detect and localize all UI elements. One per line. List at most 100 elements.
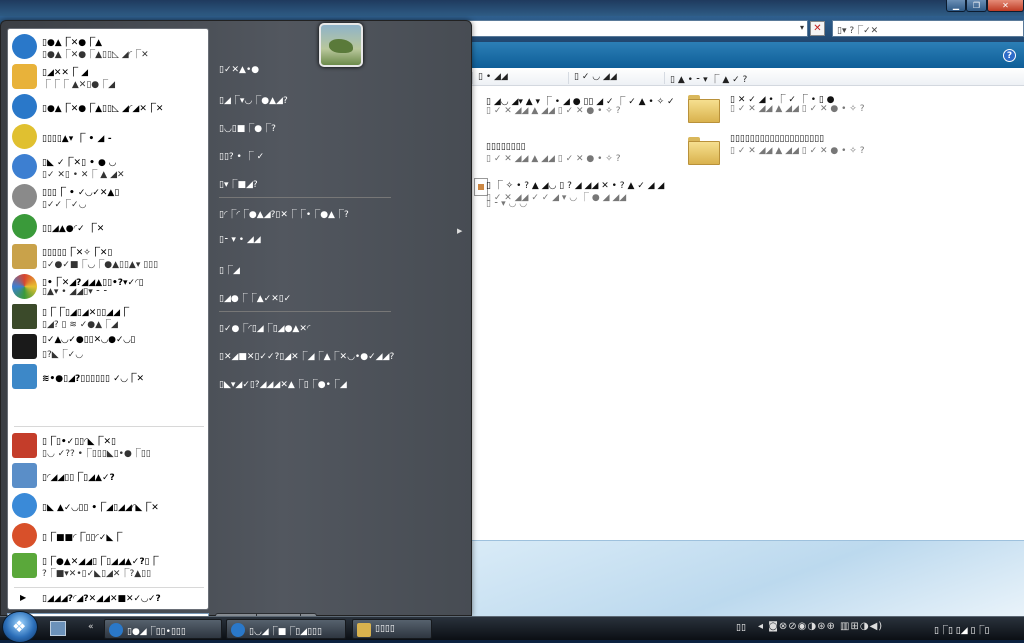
tools-icon xyxy=(12,244,37,269)
recent-item[interactable]: ▯◣ ▲✓◡▯▯ •⎾◢▯◢◢◜◣⎾✕ xyxy=(10,491,206,520)
file-extra: ▯ ⁃ ▾ ◡ ◡ xyxy=(486,199,528,209)
chevron-right-icon: ▶ xyxy=(457,227,463,235)
minimize-button[interactable]: ▁ xyxy=(946,0,966,12)
pinned-item[interactable]: ▯◢✕✕⎾ ◢ ⎾⎾⎾ ▲✕▯●⎾◢ xyxy=(10,62,206,91)
taskbar: « ▯●◢⎾▯▯•▯▯▯ ▯◡◢⎾■⎾▯◢▯▯▯ ▯▯▯▯ ▯▯ ◂ ◙⊗⊘◉◑… xyxy=(0,611,1024,643)
recent-item[interactable]: ▯●▲⎾✕●⎾▲▯▯◺ ◢◜◢✕⎾✕ xyxy=(10,92,206,121)
program-title: ▯✓▲◡✓●▯▯✕◡●✓◡▯ xyxy=(42,335,136,345)
right-link-help-support[interactable]: ▯◣▾◢✓▯?◢◢◢✕▲⎾▯⎾●•⎾◢ xyxy=(219,377,347,390)
column-headers: ▯ • ◢◢ ▯ ✓ ◡ ◢◢ ▯ ▲ • ⁃ ▾ ⎾ ▲ ✓ ? xyxy=(472,70,1024,86)
file-item[interactable]: ▯▯▯▯▯▯▯▯ ▯ ✓ ✕ ◢◢ ▲ ◢◢ ▯ ✓ ✕ ● • ✧ ? xyxy=(484,140,684,172)
program-title: ▯⎾■■◜⎾▯▯◜✓◣⎾ xyxy=(42,533,123,543)
column-header-type[interactable]: ▯ ▲ • ⁃ ▾ ⎾ ▲ ✓ ? xyxy=(664,72,747,85)
taskbar-button-label: ▯●◢⎾▯▯•▯▯▯ xyxy=(127,627,186,637)
installer-icon xyxy=(12,553,37,578)
recent-item[interactable]: ▯•⎾✕◢?◢◢▲▯▯•?▾✓◜▯ ▯▲▾ • ◢◢▯▾ ⁃ ⁃ xyxy=(10,272,206,301)
show-desktop-icon[interactable] xyxy=(50,621,66,636)
mw-game-icon xyxy=(12,304,37,329)
right-link-music[interactable]: ▯▯? • ⎾ ✓ xyxy=(219,149,264,162)
details-pane xyxy=(472,540,1024,616)
recent-item[interactable]: ▯⎾●▲✕◢◢▯⎾▯◢◢▲✓?▯⎾ ?⎾■▾✕•▯✓◣▯◢✕⎾?▲▯▯ xyxy=(10,551,206,580)
chevron-right-icon: ▶ xyxy=(20,593,27,602)
folder-icon xyxy=(688,132,720,165)
search-input[interactable]: ▯▾ ?⎾✓✕ xyxy=(832,20,1024,37)
recent-item[interactable]: ▯▯▯▯▲▾ ⎾ • ◢ ⁃ xyxy=(10,122,206,151)
recent-item[interactable]: ▯⎾■■◜⎾▯▯◜✓◣⎾ xyxy=(10,521,206,550)
user-picture[interactable] xyxy=(319,23,363,67)
right-link-pictures[interactable]: ▯◡▯■⎾●⎾? xyxy=(219,121,276,134)
taskbar-button[interactable]: ▯▯▯▯ xyxy=(352,619,432,639)
start-button[interactable] xyxy=(2,611,38,643)
file-item[interactable]: ▯ ⎾ ✧ • ? ▲ ◢◡ ▯ ? ◢ ◢◢ ✕ • ? ▲ ✓ ◢ ◢ ▯ … xyxy=(474,176,684,210)
media-player-icon xyxy=(12,493,37,518)
mail-envelope-icon xyxy=(12,64,37,89)
folder-icon xyxy=(688,90,720,123)
address-input[interactable]: ▾ xyxy=(460,20,808,37)
internet-explorer-icon xyxy=(12,34,37,59)
recent-item[interactable]: ▯▯▯⎾ • ✓◡✓✕▲▯ ▯✓✓⎾✓◡ xyxy=(10,182,206,211)
recent-item[interactable]: ▯▯▯▯▯⎾✕✧⎾✕▯ ▯✓●✓■⎾◡⎾●▲▯▯▲▾ ▯▯▯ xyxy=(10,242,206,271)
right-link-network[interactable]: ▯⎾◢ xyxy=(219,263,240,276)
start-menu: ▯●▲⎾✕●⎾▲ ▯●▲⎾✕●⎾▲▯▯◺ ◢◜⎾✕ ▯◢✕✕⎾ ◢ ⎾⎾⎾ ▲✕… xyxy=(0,20,472,631)
all-programs-button[interactable]: ▶ ▯◢◢◢?◜◢?✕◢◢✕■✕✓◡✓? xyxy=(14,591,204,607)
program-subtitle: ▯◢? ▯ ≋ ✓●▲⎾◢ xyxy=(42,320,118,330)
title-bar: ▁ ❐ ✕ xyxy=(0,0,1024,16)
program-title: ▯▯◢▲●◜✓ ⎾✕ xyxy=(42,224,105,234)
file-details: ▯ ✓ ✕ ◢◢ ▲ ◢◢ ▯ ✓ ✕ ● • ✧ ? xyxy=(486,154,621,164)
program-subtitle: ?⎾■▾✕•▯✓◣▯◢✕⎾?▲▯▯ xyxy=(42,569,152,579)
right-link-games[interactable]: ▯▾⎾■◢? xyxy=(219,177,258,190)
right-link-recent-items[interactable]: ▯◜⎾◜⎾●▲◢?▯✕⎾⎾•⎾●▲⎾? xyxy=(219,207,349,220)
language-indicator[interactable]: ▯▯ xyxy=(736,623,746,633)
maximize-button[interactable]: ❐ xyxy=(966,0,987,12)
recent-item[interactable]: ▯◜◢◢▯▯⎾▯◢▲✓? xyxy=(10,461,206,490)
column-header-date[interactable]: ▯ ✓ ◡ ◢◢ xyxy=(568,72,617,84)
chevron-down-icon[interactable]: ▾ xyxy=(800,23,804,32)
right-link-default-programs[interactable]: ▯✕◢■✕▯✓✓?▯◢✕⎾◢⎾▲⎾✕◡•●✓◢◢? xyxy=(219,349,394,362)
color-palette-icon xyxy=(12,274,37,299)
file-item[interactable]: ▯ ◢◡ ◢▾ ▲ ▾ ⎾ • ◢ ● ▯▯ ◢ ✓ ⎾ ✓ ▲ • ✧ ✓ ▯… xyxy=(484,92,684,124)
taskbar-button[interactable]: ▯◡◢⎾■⎾▯◢▯▯▯ xyxy=(226,619,346,639)
file-item[interactable]: ▯ ✕ ✓ ◢ • ⎾ ✓ ⎾ • ▯ ● ▯ ✓ ✕ ◢◢ ▲ ◢◢ ▯ ✓ … xyxy=(688,90,908,126)
recent-item[interactable]: ▯⎾⎾▯◢▯◢✕▯▯◢◢⎾ ▯◢? ▯ ≋ ✓●▲⎾◢ xyxy=(10,302,206,331)
recent-item[interactable]: ▯▯◢▲●◜✓ ⎾✕ xyxy=(10,212,206,241)
file-name: ▯▯▯▯▯▯▯▯ xyxy=(486,142,526,152)
counter-321-icon xyxy=(12,433,37,458)
pinned-item[interactable]: ▯●▲⎾✕●⎾▲ ▯●▲⎾✕●⎾▲▯▯◺ ◢◜⎾✕ xyxy=(10,32,206,61)
divider xyxy=(219,197,391,198)
all-programs-label: ▯◢◢◢?◜◢?✕◢◢✕■✕✓◡✓? xyxy=(42,594,161,604)
right-link-documents[interactable]: ▯◢⎾▾◡⎾●▲◢? xyxy=(219,93,288,106)
program-subtitle: ▯?◣⎾✓◡ xyxy=(42,350,84,360)
close-button[interactable]: ✕ xyxy=(987,0,1024,12)
internet-explorer-icon xyxy=(231,623,245,637)
right-link-control-panel[interactable]: ▯✓●⎾◜▯◢⎾▯◢●▲✕◜ xyxy=(219,321,310,334)
file-name: ▯▯▯▯▯▯▯▯▯▯▯▯▯▯▯▯▯▯▯ xyxy=(730,134,825,144)
help-icon[interactable]: ? xyxy=(1003,49,1016,62)
folder-icon xyxy=(357,623,371,637)
clock[interactable]: ▯⎾▯ ▯◢ ▯⎾▯ xyxy=(934,623,989,636)
disc-burner-icon xyxy=(12,364,37,389)
right-link-user-folder[interactable]: ▯✓✕▲•● xyxy=(219,65,259,75)
right-link-connect-to[interactable]: ▯◢●⎾⎾▲✓✕▯✓ xyxy=(219,291,291,304)
program-subtitle: ▯◡ ✓?? •⎾▯▯▯◣▯•●⎾▯▯ xyxy=(42,449,151,459)
chevron-left-icon[interactable]: « xyxy=(88,622,94,632)
column-header-name[interactable]: ▯ • ◢◢ xyxy=(472,72,508,84)
divider xyxy=(219,311,391,312)
recent-item[interactable]: ≋•●▯◢?▯▯▯▯▯▯ ✓◡⎾✕ xyxy=(10,362,206,391)
recent-item[interactable]: ▯◣ ✓⎾✕▯ • ● ◡ ▯✓ ✕▯ • ✕⎾ ▲ ◢✕ xyxy=(10,152,206,181)
file-item[interactable]: ▯▯▯▯▯▯▯▯▯▯▯▯▯▯▯▯▯▯▯ ▯ ✓ ✕ ◢◢ ▲ ◢◢ ▯ ✓ ✕ … xyxy=(688,132,908,168)
messenger-icon xyxy=(12,154,37,179)
powerpoint-icon xyxy=(12,523,37,548)
system-tray[interactable]: ◂ ◙⊗⊘◉◑⊛⊕ ▥⊞◑◀) xyxy=(758,621,883,632)
taskbar-button[interactable]: ▯●◢⎾▯▯•▯▯▯ xyxy=(104,619,222,639)
program-title: ▯▯▯▯▲▾ ⎾ • ◢ ⁃ xyxy=(42,134,112,144)
programs-list: ▯●▲⎾✕●⎾▲ ▯●▲⎾✕●⎾▲▯▯◺ ◢◜⎾✕ ▯◢✕✕⎾ ◢ ⎾⎾⎾ ▲✕… xyxy=(7,28,209,610)
program-title: ≋•●▯◢?▯▯▯▯▯▯ ✓◡⎾✕ xyxy=(42,374,145,384)
program-subtitle: ▯✓✓⎾✓◡ xyxy=(42,200,87,210)
cancel-address-button[interactable]: ✕ xyxy=(810,21,825,36)
document-icon xyxy=(12,463,37,488)
recent-item[interactable]: ▯✓▲◡✓●▯▯✕◡●✓◡▯ ▯?◣⎾✓◡ xyxy=(10,332,206,361)
program-title: ▯◜◢◢▯▯⎾▯◢▲✓? xyxy=(42,473,115,483)
recent-item[interactable]: ▯⎾▯•✓▯▯◜◣⎾✕▯ ▯◡ ✓?? •⎾▯▯▯◣▯•●⎾▯▯ xyxy=(10,431,206,460)
right-link-computer[interactable]: ▯⁃ ▾ • ◢◢ xyxy=(219,235,261,245)
file-details: ▯ ✓ ✕ ◢◢ ▲ ◢◢ ▯ ✓ ✕ ● • ✧ ? xyxy=(730,146,865,156)
